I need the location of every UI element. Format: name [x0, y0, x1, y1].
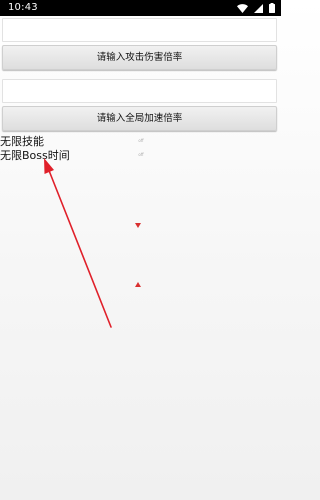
signal-icon	[254, 3, 263, 13]
attack-multiplier-input[interactable]	[2, 18, 277, 42]
down-triangle-icon	[135, 223, 141, 228]
speed-multiplier-input[interactable]	[2, 79, 277, 103]
speed-multiplier-button[interactable]: 请输入全局加速倍率	[2, 106, 277, 131]
feature-toggle[interactable]: off	[137, 138, 145, 144]
feature-row-unlimited-boss-time[interactable]: 无限Boss时间 off	[0, 149, 281, 163]
annotation-arrow	[44, 158, 112, 328]
status-time: 10:43	[8, 2, 38, 13]
feature-label: 无限Boss时间	[0, 149, 70, 162]
feature-row-unlimited-skill[interactable]: 无限技能 off	[0, 135, 281, 149]
attack-multiplier-button[interactable]: 请输入攻击伤害倍率	[2, 45, 277, 70]
battery-icon	[269, 3, 275, 13]
feature-toggle[interactable]: off	[137, 152, 145, 158]
wifi-icon	[237, 3, 248, 13]
up-triangle-icon	[135, 282, 141, 287]
feature-label: 无限技能	[0, 135, 44, 148]
status-icons	[237, 2, 275, 14]
status-bar: 10:43	[0, 0, 281, 16]
